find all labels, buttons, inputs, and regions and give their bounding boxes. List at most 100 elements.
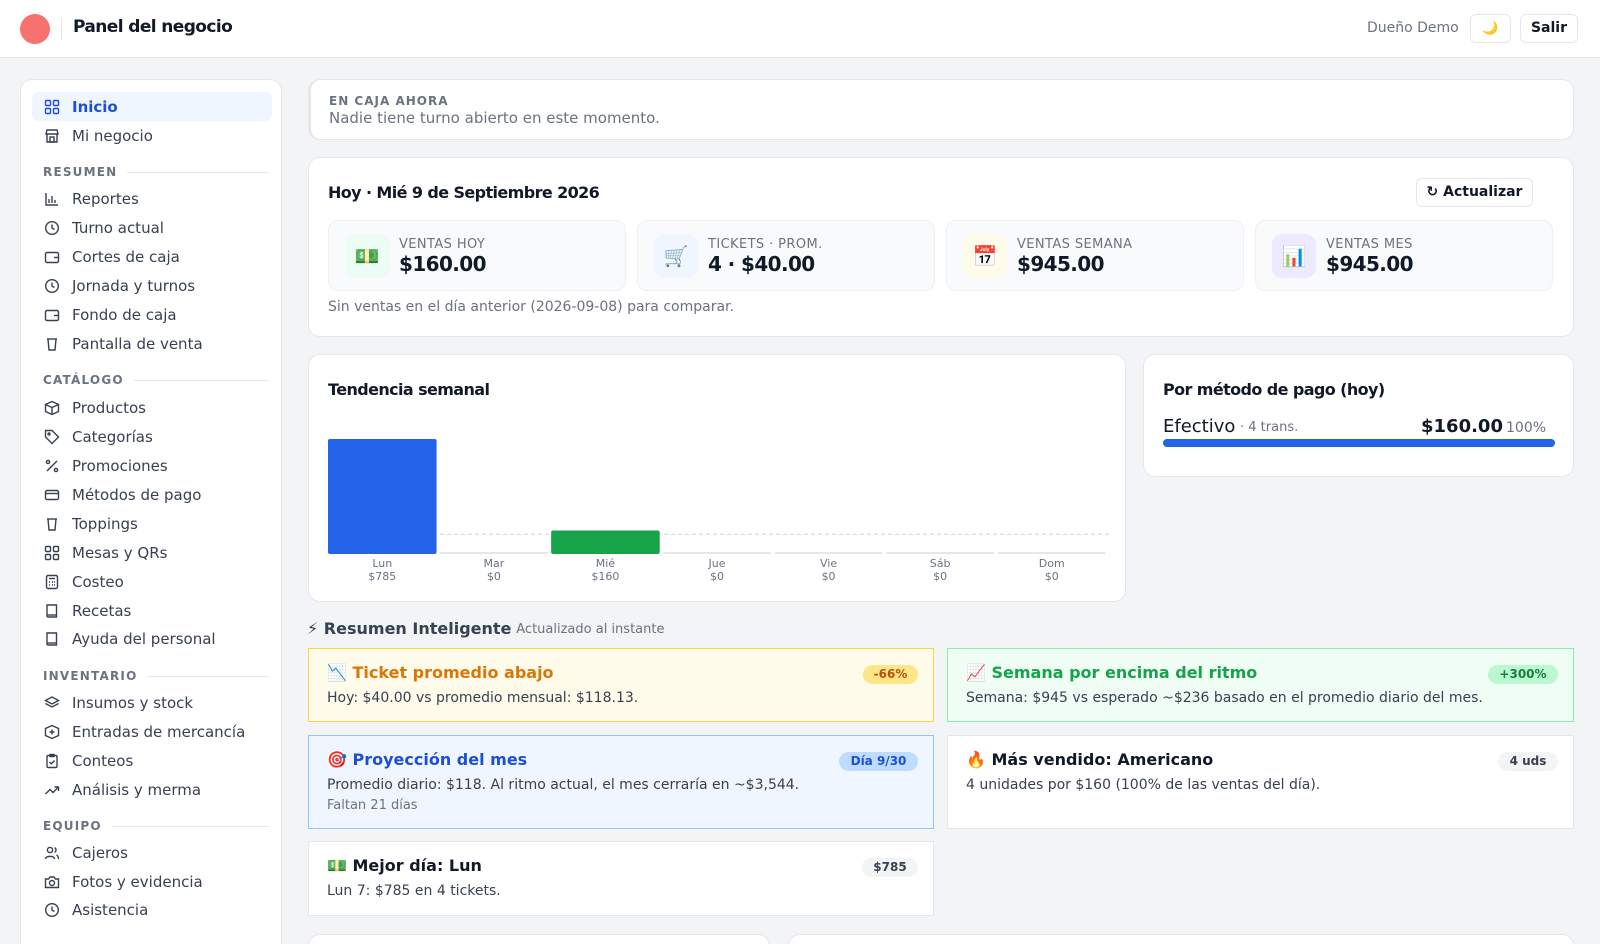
bar-Sáb[interactable] <box>885 552 995 554</box>
comparison-note: Sin ventas en el día anterior (2026-09-0… <box>328 299 734 315</box>
insight-title: 📉 Ticket promedio abajo <box>327 663 554 682</box>
grid-icon <box>44 99 60 115</box>
clock-icon <box>44 278 60 294</box>
store-icon <box>44 128 60 144</box>
sidebar-item-label: Entradas de mercancía <box>72 722 246 741</box>
wallet-icon <box>44 249 60 265</box>
sidebar-item-productos[interactable]: Productos <box>32 393 272 422</box>
top-bar: Panel del negocio Dueño Demo 🌙 Salir <box>0 0 1600 58</box>
sidebar-item-pantalla-de-venta[interactable]: Pantalla de venta <box>32 329 272 358</box>
sidebar-item-promociones[interactable]: Promociones <box>32 451 272 480</box>
sidebar-item-label: Fondo de caja <box>72 305 177 324</box>
smart-summary-title: ⚡ Resumen Inteligente <box>307 619 512 638</box>
sidebar-item-label: Costeo <box>72 572 124 591</box>
layers-icon <box>44 695 60 711</box>
bottom-card-right <box>788 934 1574 944</box>
payment-method-card: Por método de pago (hoy) Efectivo · 4 tr… <box>1143 354 1574 477</box>
sidebar-item-label: Turno actual <box>72 218 164 237</box>
calculator-icon <box>44 574 60 590</box>
section-resumen: RESUMEN <box>43 165 269 179</box>
sidebar-item-reportes[interactable]: Reportes <box>32 184 272 213</box>
sidebar-item-categorias[interactable]: Categorías <box>32 422 272 451</box>
weekly-bar-chart: Lun$785Mar$0Mié$160Jue$0Vie$0Sáb$0Dom$0 <box>328 439 1109 583</box>
sidebar-item-label: Cortes de caja <box>72 247 180 266</box>
stat-value: $945.00 <box>1326 252 1414 276</box>
bar-Mar[interactable] <box>439 552 549 554</box>
box-icon <box>44 400 60 416</box>
book-icon <box>44 631 60 647</box>
stat-value: $945.00 <box>1017 252 1105 276</box>
bar-Lun[interactable] <box>328 439 437 554</box>
sidebar-item-toppings[interactable]: Toppings <box>32 509 272 538</box>
sidebar-item-fotos-y-evidencia[interactable]: Fotos y evidencia <box>32 867 272 896</box>
payment-amount: $160.00 <box>1421 416 1503 437</box>
clock-icon <box>44 902 60 918</box>
insight-proyeccion-mes: 🎯 Proyección del mes Día 9/30 Promedio d… <box>308 735 934 829</box>
sidebar-item-conteos[interactable]: Conteos <box>32 746 272 775</box>
sidebar-item-label: Ayuda del personal <box>72 629 216 648</box>
x-tick-label: Vie <box>820 557 837 570</box>
stat-ventas-semana: 📅 VENTAS SEMANA $945.00 <box>946 220 1244 291</box>
sidebar-item-costeo[interactable]: Costeo <box>32 567 272 596</box>
users-icon <box>44 845 60 861</box>
stat-label: VENTAS HOY <box>399 237 486 252</box>
user-name: Dueño Demo <box>1367 20 1459 36</box>
stat-value: $160.00 <box>399 252 487 276</box>
x-tick-label: Mar <box>483 557 504 570</box>
weekly-trend-card: Tendencia semanal Lun $785 Mar $0 Mié $160 Jue… <box>308 354 1126 602</box>
bar-value-label: $785 <box>368 570 396 583</box>
sidebar-item-mi-negocio[interactable]: Mi negocio <box>32 121 272 150</box>
insight-badge: 4 uds <box>1498 752 1558 771</box>
sidebar-item-inicio[interactable]: Inicio <box>32 92 272 121</box>
bar-Mié[interactable] <box>551 530 660 554</box>
bar-value-label: $0 <box>933 570 947 583</box>
bar-Vie[interactable] <box>774 552 883 554</box>
cash-status-text: Nadie tiene turno abierto en este moment… <box>329 109 660 127</box>
bar-Dom[interactable] <box>997 552 1106 554</box>
stat-ventas-mes: 📊 VENTAS MES $945.00 <box>1255 220 1553 291</box>
insight-text: Promedio diario: $118. Al ritmo actual, … <box>327 777 800 793</box>
payment-progress-fill <box>1163 439 1555 447</box>
clock-icon <box>44 220 60 236</box>
grid-icon <box>44 545 60 561</box>
sidebar-item-recetas[interactable]: Recetas <box>32 596 272 625</box>
insight-mejor-dia: 💵 Mejor día: Lun $785 Lun 7: $785 en 4 t… <box>308 841 934 916</box>
bar-Jue[interactable] <box>662 552 772 554</box>
theme-toggle-button[interactable]: 🌙 <box>1470 14 1511 43</box>
sidebar-item-mesas-y-qrs[interactable]: Mesas y QRs <box>32 538 272 567</box>
x-tick-label: Jue <box>708 557 726 570</box>
sidebar-item-metodos-de-pago[interactable]: Métodos de pago <box>32 480 272 509</box>
section-inventario: INVENTARIO <box>43 669 269 683</box>
sidebar-item-turno-actual[interactable]: Turno actual <box>32 213 272 242</box>
insight-ticket-promedio: 📉 Ticket promedio abajo -66% Hoy: $40.00… <box>308 648 934 722</box>
sidebar-item-jornada-y-turnos[interactable]: Jornada y turnos <box>32 271 272 300</box>
sidebar-item-cajeros[interactable]: Cajeros <box>32 838 272 867</box>
sidebar-item-analisis-y-merma[interactable]: Análisis y merma <box>32 775 272 804</box>
sidebar-item-label: Recetas <box>72 601 132 620</box>
stat-tickets-promedio: 🛒 TICKETS · PROM. 4 · $40.00 <box>637 220 935 291</box>
sidebar-item-label: Categorías <box>72 427 153 446</box>
credit-card-icon <box>44 487 60 503</box>
sidebar-item-entradas-de-mercancia[interactable]: Entradas de mercancía <box>32 717 272 746</box>
sidebar-item-cortes-de-caja[interactable]: Cortes de caja <box>32 242 272 271</box>
refresh-button[interactable]: ↻ Actualizar <box>1416 178 1533 207</box>
payment-percent: 100% <box>1506 420 1547 436</box>
insight-text: Semana: $945 vs esperado ~$236 basado en… <box>966 690 1483 706</box>
payment-method-name: Efectivo <box>1163 416 1236 437</box>
sidebar-item-fondo-de-caja[interactable]: Fondo de caja <box>32 300 272 329</box>
trending-up-icon <box>44 782 60 798</box>
sidebar-item-label: Inicio <box>72 97 118 116</box>
bar-chart-icon <box>44 191 60 207</box>
today-summary-card: Hoy · Mié 9 de Septiembre 2026 ↻ Actuali… <box>308 157 1574 337</box>
sidebar-item-label: Toppings <box>72 514 138 533</box>
insight-text: Hoy: $40.00 vs promedio mensual: $118.13… <box>327 690 639 706</box>
chart-icon: 📊 <box>1272 234 1316 278</box>
section-equipo: EQUIPO <box>43 819 269 833</box>
logout-button[interactable]: Salir <box>1520 14 1578 43</box>
sidebar-item-asistencia[interactable]: Asistencia <box>32 895 272 924</box>
sidebar-item-label: Mi negocio <box>72 126 153 145</box>
sidebar-item-insumos-y-stock[interactable]: Insumos y stock <box>32 688 272 717</box>
sidebar-item-ayuda-del-personal[interactable]: Ayuda del personal <box>32 624 272 653</box>
percent-icon <box>44 458 60 474</box>
sidebar-item-label: Jornada y turnos <box>72 276 196 295</box>
